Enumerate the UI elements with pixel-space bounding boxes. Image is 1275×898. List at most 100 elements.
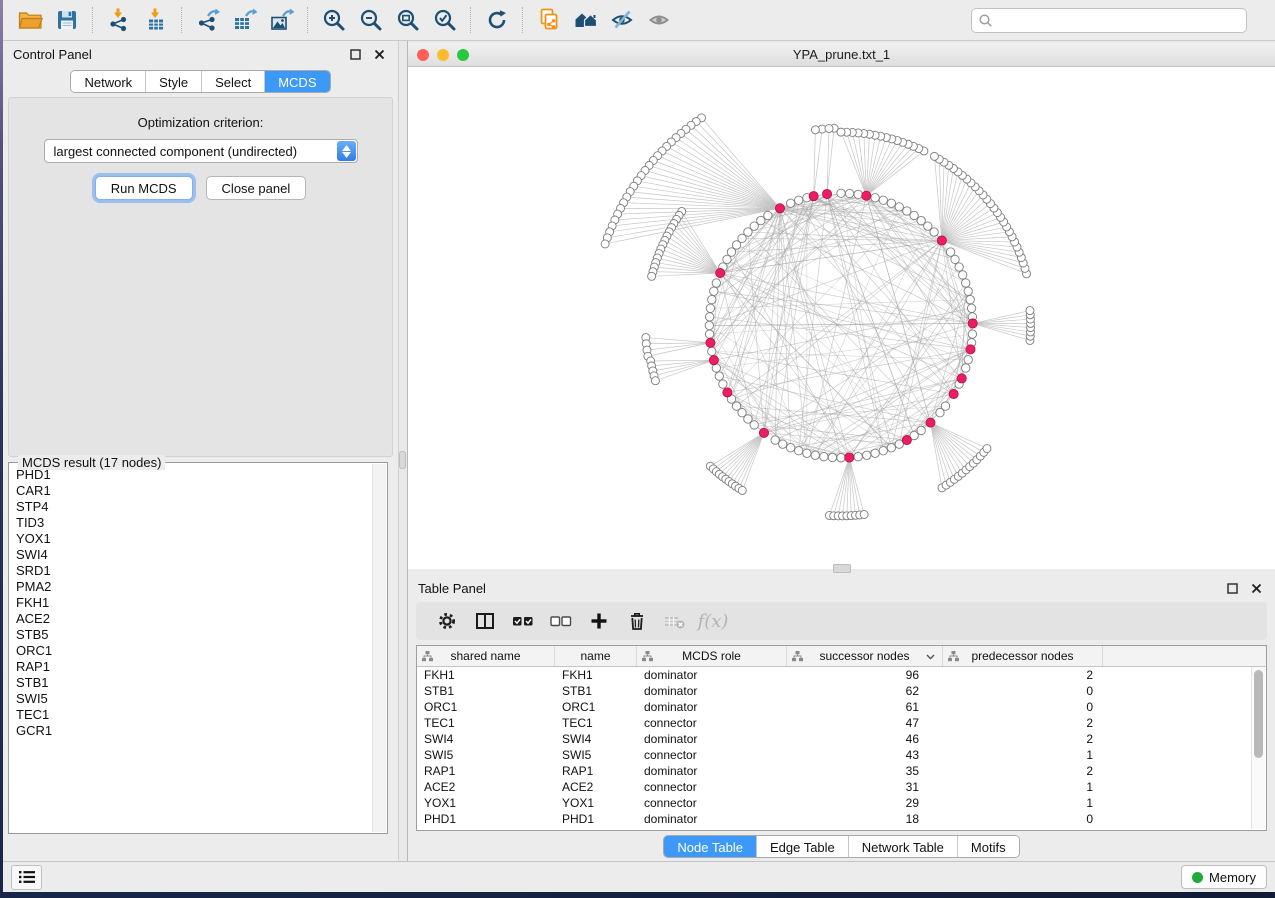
first-neighbors-button[interactable] bbox=[567, 5, 604, 35]
mcds-result-item[interactable]: TID3 bbox=[16, 515, 373, 531]
mcds-result-item[interactable]: ORC1 bbox=[16, 643, 373, 659]
mcds-result-item[interactable]: SRD1 bbox=[16, 563, 373, 579]
mcds-result-item[interactable]: STP4 bbox=[16, 499, 373, 515]
table-cell[interactable]: dominator bbox=[637, 667, 787, 683]
vertical-splitter[interactable] bbox=[398, 41, 407, 861]
column-header-name[interactable]: name bbox=[555, 646, 637, 666]
table-cell[interactable]: connector bbox=[637, 747, 787, 763]
table-cell[interactable]: ACE2 bbox=[555, 779, 637, 795]
table-cell[interactable]: 29 bbox=[787, 795, 943, 811]
table-cell[interactable]: ACE2 bbox=[417, 779, 555, 795]
zoom-out-button[interactable] bbox=[352, 5, 389, 35]
window-zoom-button[interactable] bbox=[457, 49, 469, 61]
tab-node-table[interactable]: Node Table bbox=[664, 836, 756, 857]
table-cell[interactable]: YOX1 bbox=[417, 795, 555, 811]
table-cell[interactable]: 0 bbox=[943, 683, 1103, 699]
delete-table-button[interactable] bbox=[656, 606, 694, 636]
table-cell[interactable]: dominator bbox=[637, 683, 787, 699]
column-header-predecessor-nodes[interactable]: predecessor nodes bbox=[943, 646, 1103, 666]
mcds-result-item[interactable]: FKH1 bbox=[16, 595, 373, 611]
table-row[interactable]: YOX1YOX1connector291 bbox=[417, 795, 1266, 811]
table-cell[interactable]: FKH1 bbox=[417, 667, 555, 683]
splitter-grip[interactable] bbox=[833, 564, 851, 573]
horizontal-splitter[interactable] bbox=[408, 569, 1275, 575]
table-cell[interactable]: SWI4 bbox=[417, 731, 555, 747]
table-cell[interactable]: 18 bbox=[787, 811, 943, 827]
export-image-button[interactable] bbox=[263, 5, 300, 35]
run-mcds-button[interactable]: Run MCDS bbox=[95, 176, 193, 200]
table-cell[interactable]: 2 bbox=[943, 763, 1103, 779]
table-cell[interactable]: dominator bbox=[637, 731, 787, 747]
open-file-button[interactable] bbox=[11, 5, 48, 35]
mcds-result-item[interactable]: CAR1 bbox=[16, 483, 373, 499]
table-scrollbar[interactable] bbox=[1251, 667, 1265, 829]
function-builder-button[interactable]: f(x) bbox=[694, 606, 732, 636]
delete-columns-button[interactable] bbox=[618, 606, 656, 636]
show-columns-button[interactable] bbox=[466, 606, 504, 636]
table-cell[interactable]: 2 bbox=[943, 667, 1103, 683]
mcds-result-item[interactable]: SWI5 bbox=[16, 691, 373, 707]
table-row[interactable]: ACE2ACE2connector311 bbox=[417, 779, 1266, 795]
column-header-shared-name[interactable]: shared name bbox=[417, 646, 555, 666]
table-cell[interactable]: connector bbox=[637, 715, 787, 731]
table-row[interactable]: FKH1FKH1dominator962 bbox=[417, 667, 1266, 683]
search-input[interactable] bbox=[997, 12, 1240, 29]
table-cell[interactable]: FKH1 bbox=[555, 667, 637, 683]
table-cell[interactable]: 96 bbox=[787, 667, 943, 683]
save-session-button[interactable] bbox=[48, 5, 85, 35]
mcds-result-item[interactable]: ACE2 bbox=[16, 611, 373, 627]
table-cell[interactable]: connector bbox=[637, 795, 787, 811]
table-cell[interactable]: PHD1 bbox=[555, 811, 637, 827]
table-cell[interactable]: 1 bbox=[943, 779, 1103, 795]
table-cell[interactable]: PHD1 bbox=[417, 811, 555, 827]
table-cell[interactable]: YOX1 bbox=[555, 795, 637, 811]
zoom-fit-button[interactable] bbox=[389, 5, 426, 35]
window-minimize-button[interactable] bbox=[437, 49, 449, 61]
mcds-list-scrollbar[interactable] bbox=[372, 464, 386, 832]
tab-select[interactable]: Select bbox=[201, 71, 264, 92]
import-table-button[interactable] bbox=[137, 5, 174, 35]
optimization-criterion-select[interactable]: largest connected component (undirected) bbox=[44, 139, 358, 163]
table-cell[interactable]: dominator bbox=[637, 763, 787, 779]
table-cell[interactable]: 62 bbox=[787, 683, 943, 699]
table-cell[interactable]: RAP1 bbox=[417, 763, 555, 779]
table-cell[interactable]: 0 bbox=[943, 699, 1103, 715]
zoom-selected-button[interactable] bbox=[426, 5, 463, 35]
network-canvas[interactable] bbox=[408, 67, 1275, 569]
table-panel-float-button[interactable] bbox=[1224, 580, 1241, 597]
tab-style[interactable]: Style bbox=[145, 71, 201, 92]
table-cell[interactable]: 31 bbox=[787, 779, 943, 795]
mcds-result-item[interactable]: TEC1 bbox=[16, 707, 373, 723]
table-cell[interactable]: STB1 bbox=[555, 683, 637, 699]
tab-edge-table[interactable]: Edge Table bbox=[756, 836, 848, 857]
table-row[interactable]: TEC1TEC1connector472 bbox=[417, 715, 1266, 731]
table-cell[interactable]: TEC1 bbox=[555, 715, 637, 731]
memory-button[interactable]: Memory bbox=[1181, 865, 1267, 889]
mcds-result-item[interactable]: GCR1 bbox=[16, 723, 373, 739]
zoom-in-button[interactable] bbox=[315, 5, 352, 35]
table-row[interactable]: STB1STB1dominator620 bbox=[417, 683, 1266, 699]
mcds-result-item[interactable]: STB5 bbox=[16, 627, 373, 643]
column-header-mcds-role[interactable]: MCDS role bbox=[637, 646, 787, 666]
table-cell[interactable]: 1 bbox=[943, 747, 1103, 763]
table-row[interactable]: PHD1PHD1dominator180 bbox=[417, 811, 1266, 827]
tab-network[interactable]: Network bbox=[71, 71, 145, 92]
table-cell[interactable]: dominator bbox=[637, 811, 787, 827]
table-cell[interactable]: 35 bbox=[787, 763, 943, 779]
import-network-button[interactable] bbox=[100, 5, 137, 35]
table-cell[interactable]: RAP1 bbox=[555, 763, 637, 779]
select-all-button[interactable] bbox=[504, 606, 542, 636]
table-cell[interactable]: 46 bbox=[787, 731, 943, 747]
mcds-result-item[interactable]: STB1 bbox=[16, 675, 373, 691]
table-cell[interactable]: connector bbox=[637, 779, 787, 795]
mcds-result-item[interactable]: SWI4 bbox=[16, 547, 373, 563]
table-cell[interactable]: SWI4 bbox=[555, 731, 637, 747]
table-cell[interactable]: TEC1 bbox=[417, 715, 555, 731]
table-cell[interactable]: 43 bbox=[787, 747, 943, 763]
control-panel-close-button[interactable] bbox=[371, 46, 388, 63]
table-cell[interactable]: 1 bbox=[943, 795, 1103, 811]
splitter-grip[interactable] bbox=[399, 451, 406, 469]
table-cell[interactable]: SWI5 bbox=[417, 747, 555, 763]
close-panel-button[interactable]: Close panel bbox=[206, 176, 307, 200]
scrollbar-thumb[interactable] bbox=[1254, 670, 1263, 758]
